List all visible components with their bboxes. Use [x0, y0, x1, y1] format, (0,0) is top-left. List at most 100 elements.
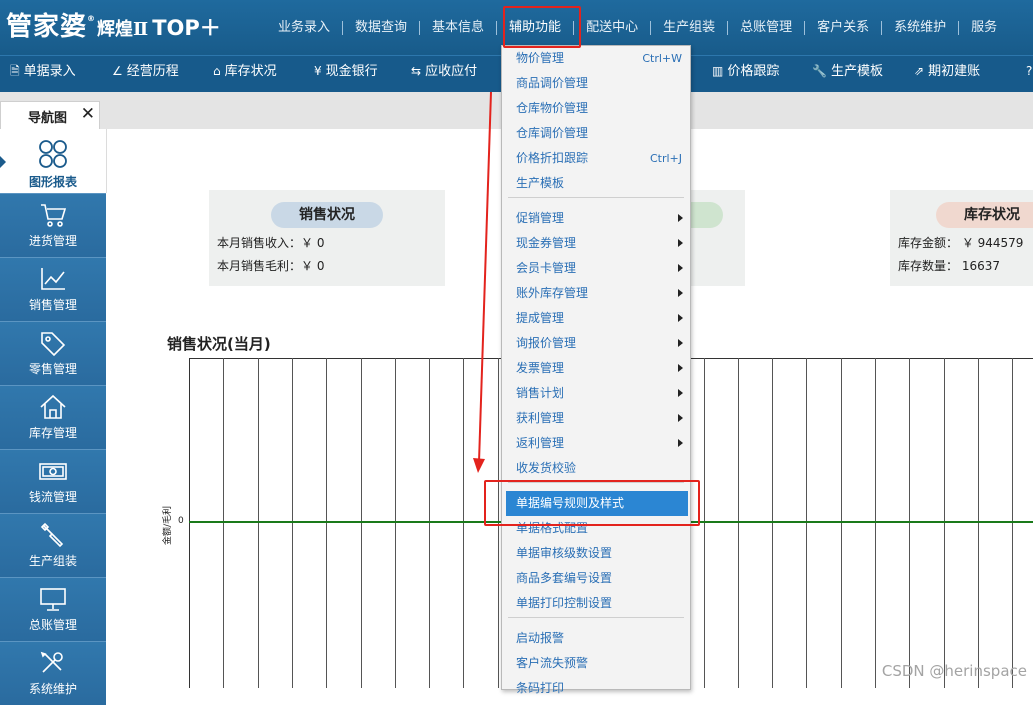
app-logo: 管家婆®辉煌ⅡTOP＋: [6, 6, 221, 43]
toolbar-receivable-payable[interactable]: ⇆应收应付: [411, 56, 477, 93]
stock-status-card: 库存状况 库存金额： ￥ 944579 库存数量： 16637: [890, 190, 1033, 286]
sidebar-item-label: 生产组装: [0, 552, 106, 569]
menu-item-label: 促销管理: [516, 206, 564, 231]
menu-item[interactable]: 单据打印控制设置: [502, 591, 690, 616]
sidebar-item-cashflow[interactable]: 钱流管理: [0, 449, 106, 513]
menu-item[interactable]: 仓库物价管理: [502, 96, 690, 121]
submenu-arrow-icon: [678, 389, 683, 397]
monitor-icon: [39, 586, 67, 612]
document-icon: 🗎: [10, 64, 20, 78]
close-icon[interactable]: ✕: [81, 104, 95, 124]
menu-item-label: 会员卡管理: [516, 256, 576, 281]
menu-item-label: 启动报警: [516, 626, 564, 651]
grid-icon: [38, 139, 68, 169]
toolbar-document-entry[interactable]: 🗎单据录入: [10, 56, 76, 93]
menu-item-label: 询报价管理: [516, 331, 576, 356]
bar-chart-icon: ▥: [712, 64, 723, 78]
menu-item[interactable]: 仓库调价管理: [502, 121, 690, 146]
menu-item-label: 生产模板: [516, 171, 564, 196]
card-title: 库存状况: [936, 202, 1033, 228]
menu-item[interactable]: 收发货校验: [502, 456, 690, 481]
menu-data-query[interactable]: 数据查询: [343, 0, 419, 55]
menu-item[interactable]: 获利管理: [502, 406, 690, 431]
menu-general-ledger[interactable]: 总账管理: [728, 0, 804, 55]
toolbar-production-template[interactable]: 🔧生产模板: [812, 56, 883, 93]
stock-amount-row: 库存金额： ￥ 944579: [898, 234, 1023, 251]
cart-icon: [39, 202, 67, 228]
menu-item[interactable]: 客户流失预警: [502, 651, 690, 676]
sidebar-item-label: 总账管理: [0, 616, 106, 633]
sidebar-item-purchase[interactable]: 进货管理: [0, 193, 106, 257]
menu-item[interactable]: 条码打印: [502, 676, 690, 701]
menu-item[interactable]: 账外库存管理: [502, 281, 690, 306]
watermark: CSDN @herinspace: [882, 662, 1027, 680]
active-indicator-icon: [0, 156, 6, 168]
toolbar-operation-history[interactable]: ∠经营历程: [112, 56, 179, 93]
stock-quantity-row: 库存数量： 16637: [898, 257, 1000, 274]
submenu-arrow-icon: [678, 264, 683, 272]
menu-item-label: 条码打印: [516, 676, 564, 701]
menu-shortcut: Ctrl+J: [650, 146, 682, 171]
card-title: 销售状况: [271, 202, 383, 228]
menu-item[interactable]: 销售计划: [502, 381, 690, 406]
sales-status-card: 销售状况 本月销售收入：￥ 0 本月销售毛利：￥ 0: [209, 190, 445, 286]
menu-item-label: 账外库存管理: [516, 281, 588, 306]
menu-item-label: 客户流失预警: [516, 651, 588, 676]
menu-item-label: 收发货校验: [516, 456, 576, 481]
menu-item[interactable]: 单据审核级数设置: [502, 541, 690, 566]
menu-basic-info[interactable]: 基本信息: [420, 0, 496, 55]
menu-item-label: 单据格式配置: [516, 516, 588, 541]
toolbar-stock-status[interactable]: ⌂库存状况: [213, 56, 277, 93]
sidebar-item-sales[interactable]: 销售管理: [0, 257, 106, 321]
submenu-arrow-icon: [678, 214, 683, 222]
sidebar-item-system[interactable]: 系统维护: [0, 641, 106, 705]
menu-item[interactable]: 询报价管理: [502, 331, 690, 356]
chart-line-icon: ∠: [112, 64, 123, 78]
money-icon: [39, 458, 67, 484]
sidebar-item-ledger[interactable]: 总账管理: [0, 577, 106, 641]
menu-item[interactable]: 启动报警: [502, 626, 690, 651]
sidebar-item-inventory[interactable]: 库存管理: [0, 385, 106, 449]
menu-service[interactable]: 服务: [959, 0, 1009, 55]
menu-item[interactable]: 发票管理: [502, 356, 690, 381]
menu-item[interactable]: 会员卡管理: [502, 256, 690, 281]
toolbar-help[interactable]: ?: [1026, 56, 1033, 93]
toolbar-price-tracking[interactable]: ▥价格跟踪: [712, 56, 779, 93]
menu-item-label: 提成管理: [516, 306, 564, 331]
menu-item[interactable]: 价格折扣跟踪 Ctrl+J: [502, 146, 690, 171]
trend-icon: [39, 266, 67, 292]
menu-separator: [508, 617, 684, 618]
menu-item-label: 仓库调价管理: [516, 121, 588, 146]
chart-y-axis-label: 金额/毛利: [160, 506, 173, 545]
menu-business-entry[interactable]: 业务录入: [266, 0, 342, 55]
sidebar-item-retail[interactable]: 零售管理: [0, 321, 106, 385]
menu-item[interactable]: 商品多套编号设置: [502, 566, 690, 591]
annotation-arrow: [470, 90, 500, 475]
menu-item[interactable]: 单据编号规则及样式: [506, 491, 688, 516]
tab-navigation-map[interactable]: 导航图 ✕: [0, 101, 100, 130]
sidebar-item-label: 销售管理: [0, 296, 106, 313]
sidebar-item-label: 系统维护: [0, 680, 106, 697]
sidebar-item-label: 进货管理: [0, 232, 106, 249]
toolbar-opening-accounts[interactable]: ⇗期初建账: [914, 56, 980, 93]
menu-item[interactable]: 生产模板: [502, 171, 690, 196]
sidebar-item-label: 库存管理: [0, 424, 106, 441]
menu-item-label: 仓库物价管理: [516, 96, 588, 121]
sidebar-item-production[interactable]: 生产组装: [0, 513, 106, 577]
help-icon: ?: [1026, 64, 1032, 78]
menu-item[interactable]: 现金券管理: [502, 231, 690, 256]
menu-item[interactable]: 单据格式配置: [502, 516, 690, 541]
menu-item[interactable]: 促销管理: [502, 206, 690, 231]
submenu-arrow-icon: [678, 289, 683, 297]
middle-status-card: [689, 190, 745, 286]
menu-item[interactable]: 商品调价管理: [502, 71, 690, 96]
menu-item-label: 价格折扣跟踪: [516, 146, 588, 171]
sidebar-item-graphic-reports[interactable]: 图形报表: [0, 129, 107, 193]
menu-system-maintenance[interactable]: 系统维护: [882, 0, 958, 55]
menu-item[interactable]: 返利管理: [502, 431, 690, 456]
toolbar-cash-bank[interactable]: ¥现金银行: [314, 56, 378, 93]
menu-item[interactable]: 物价管理Ctrl+W: [502, 46, 690, 71]
sidebar-item-label: 零售管理: [0, 360, 106, 377]
menu-customer-relations[interactable]: 客户关系: [805, 0, 881, 55]
menu-item[interactable]: 提成管理: [502, 306, 690, 331]
